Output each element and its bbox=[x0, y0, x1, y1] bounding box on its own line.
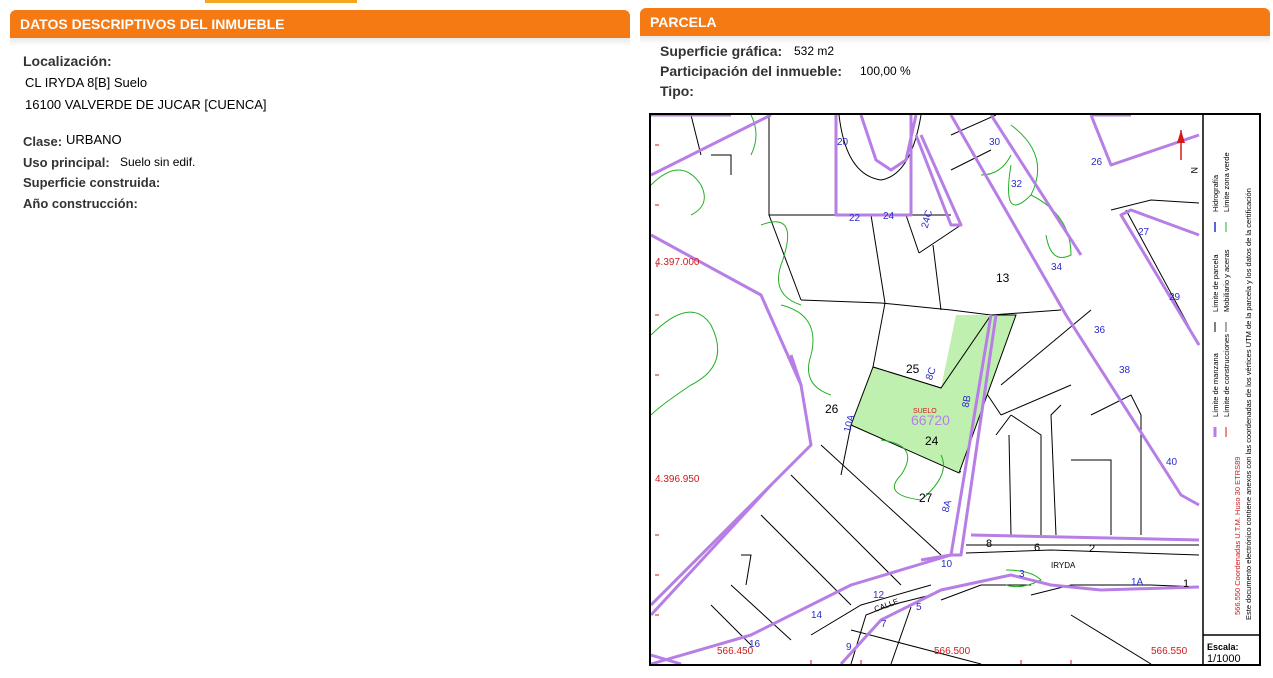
svg-text:36: 36 bbox=[1094, 325, 1106, 336]
svg-text:38: 38 bbox=[1119, 365, 1131, 376]
svg-text:Límite de parcela: Límite de parcela bbox=[1211, 254, 1220, 312]
tipo-label: Tipo: bbox=[660, 83, 694, 99]
svg-text:566.550: 566.550 bbox=[1151, 646, 1188, 657]
address-line-1: CL IRYDA 8[B] Suelo bbox=[25, 75, 148, 90]
green-zone-contours bbox=[650, 114, 1072, 588]
uso-principal-label: Uso principal: bbox=[23, 155, 110, 170]
section-header-datos-title: DATOS DESCRIPTIVOS DEL INMUEBLE bbox=[20, 16, 285, 32]
svg-text:22: 22 bbox=[849, 213, 861, 224]
participacion-value: 100,00 % bbox=[860, 64, 911, 78]
svg-text:8C: 8C bbox=[924, 366, 939, 382]
svg-text:3: 3 bbox=[1019, 569, 1025, 580]
svg-text:27: 27 bbox=[1138, 227, 1150, 238]
clase-value: URBANO bbox=[66, 132, 122, 147]
svg-text:10: 10 bbox=[941, 559, 953, 570]
svg-text:32: 32 bbox=[1011, 179, 1023, 190]
svg-text:1: 1 bbox=[1183, 578, 1189, 590]
svg-text:Límite de construcciones: Límite de construcciones bbox=[1222, 334, 1231, 417]
superficie-construida-label: Superficie construida: bbox=[23, 175, 161, 190]
uso-principal-value: Suelo sin edif. bbox=[120, 155, 196, 169]
svg-text:26: 26 bbox=[1091, 157, 1103, 168]
svg-text:IRYDA: IRYDA bbox=[1051, 561, 1076, 570]
svg-text:Hidrografía: Hidrografía bbox=[1211, 174, 1220, 212]
participacion-label: Participación del inmueble: bbox=[660, 63, 843, 79]
svg-text:29: 29 bbox=[1169, 292, 1181, 303]
svg-text:25: 25 bbox=[906, 362, 920, 376]
svg-text:566.450: 566.450 bbox=[717, 646, 754, 657]
svg-text:Mobiliario y aceras: Mobiliario y aceras bbox=[1222, 249, 1231, 312]
scale-value: 1/1000 bbox=[1207, 653, 1241, 664]
superficie-grafica-label: Superficie gráfica: bbox=[660, 43, 783, 59]
svg-text:N: N bbox=[1189, 167, 1199, 174]
svg-text:4.396.950: 4.396.950 bbox=[655, 474, 700, 485]
svg-text:566.500: 566.500 bbox=[934, 646, 971, 657]
svg-text:27: 27 bbox=[919, 491, 933, 505]
header-shadow bbox=[10, 38, 630, 46]
cadastral-map-svg: 20 22 24 24C 30 32 34 36 38 40 26 27 29 … bbox=[649, 113, 1259, 666]
svg-text:566.550 Coordenadas U.T.M. Hus: 566.550 Coordenadas U.T.M. Huso 30 ETRS8… bbox=[1233, 457, 1242, 615]
svg-text:20: 20 bbox=[837, 137, 849, 148]
svg-text:24C: 24C bbox=[920, 209, 935, 230]
svg-text:40: 40 bbox=[1166, 457, 1178, 468]
address-line-2: 16100 VALVERDE DE JUCAR [CUENCA] bbox=[25, 97, 267, 112]
svg-text:6: 6 bbox=[1034, 542, 1040, 554]
svg-text:7: 7 bbox=[881, 619, 887, 630]
scale-label: Escala: bbox=[1207, 642, 1239, 652]
svg-text:10A: 10A bbox=[842, 413, 857, 433]
section-header-datos: DATOS DESCRIPTIVOS DEL INMUEBLE bbox=[10, 10, 630, 38]
svg-text:26: 26 bbox=[825, 402, 839, 416]
localizacion-label: Localización: bbox=[23, 53, 112, 69]
svg-text:30: 30 bbox=[989, 137, 1001, 148]
section-header-parcela-title: PARCELA bbox=[650, 14, 717, 30]
section-header-parcela: PARCELA bbox=[640, 8, 1270, 36]
parcel-id: 66720 bbox=[911, 412, 950, 428]
svg-text:Este documento electrónico con: Este documento electrónico contiene anex… bbox=[1244, 188, 1253, 620]
superficie-grafica-value: 532 m2 bbox=[794, 44, 835, 58]
svg-text:24: 24 bbox=[925, 434, 939, 448]
svg-text:5: 5 bbox=[916, 602, 922, 613]
svg-text:1A: 1A bbox=[1131, 577, 1144, 588]
svg-text:24: 24 bbox=[883, 211, 895, 222]
top-accent-line bbox=[205, 0, 357, 3]
svg-text:14: 14 bbox=[811, 610, 823, 621]
svg-text:8: 8 bbox=[986, 538, 992, 550]
svg-text:2: 2 bbox=[1089, 543, 1095, 555]
svg-text:12: 12 bbox=[873, 590, 885, 601]
svg-text:8B: 8B bbox=[961, 394, 974, 408]
anio-construccion-label: Año construcción: bbox=[23, 196, 138, 211]
svg-text:4.397.000: 4.397.000 bbox=[655, 257, 700, 268]
svg-text:8A: 8A bbox=[940, 499, 954, 514]
svg-text:13: 13 bbox=[996, 271, 1010, 285]
svg-text:Límite zona verde: Límite zona verde bbox=[1222, 152, 1231, 212]
clase-label: Clase: bbox=[23, 134, 63, 149]
svg-text:34: 34 bbox=[1051, 262, 1063, 273]
map-legend: Límite de manzana Límite de parcela Hidr… bbox=[1211, 152, 1253, 620]
svg-text:9: 9 bbox=[846, 642, 852, 653]
cadastral-map[interactable]: 20 22 24 24C 30 32 34 36 38 40 26 27 29 … bbox=[649, 113, 1261, 666]
svg-text:Límite de manzana: Límite de manzana bbox=[1211, 352, 1220, 417]
